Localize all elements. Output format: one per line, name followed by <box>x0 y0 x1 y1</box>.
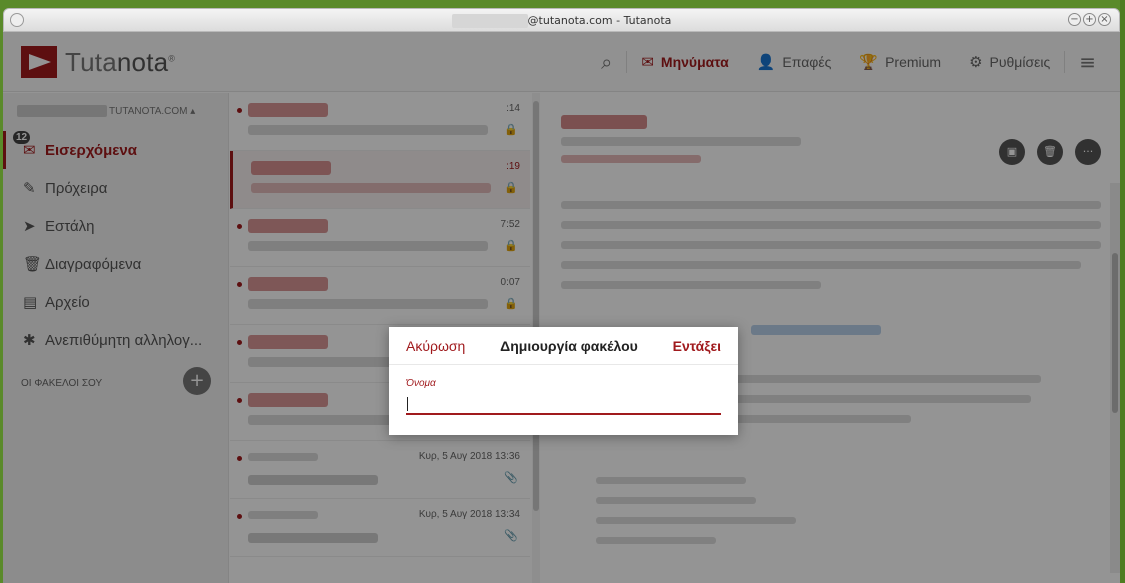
cancel-button[interactable]: Ακύρωση <box>406 338 465 354</box>
redacted-address <box>451 14 528 28</box>
create-folder-dialog: Ακύρωση Δημιουργία φακέλου Εντάξει Όνομα <box>389 327 738 435</box>
app-window: Tutanota® ⌕ ✉ Μηνύματα 👤 Επαφές 🏆 Premiu… <box>3 32 1120 583</box>
name-field-label: Όνομα <box>406 378 436 389</box>
window-title: @tutanota.com - Tutanota <box>4 14 1119 28</box>
maximize-button[interactable]: + <box>1083 13 1096 26</box>
dialog-title: Δημιουργία φακέλου <box>500 337 638 354</box>
ok-button[interactable]: Εντάξει <box>673 338 721 354</box>
close-button[interactable]: × <box>1098 13 1111 26</box>
desktop-background <box>1120 0 1125 583</box>
window-title-text: @tutanota.com - Tutanota <box>527 14 672 27</box>
window-titlebar: @tutanota.com - Tutanota − + × <box>3 8 1120 32</box>
window-controls: − + × <box>1068 13 1111 26</box>
folder-name-input[interactable] <box>406 393 721 415</box>
text-caret <box>407 397 408 411</box>
dialog-header: Ακύρωση Δημιουργία φακέλου Εντάξει <box>389 327 738 365</box>
minimize-button[interactable]: − <box>1068 13 1081 26</box>
modal-overlay[interactable] <box>3 32 1120 583</box>
